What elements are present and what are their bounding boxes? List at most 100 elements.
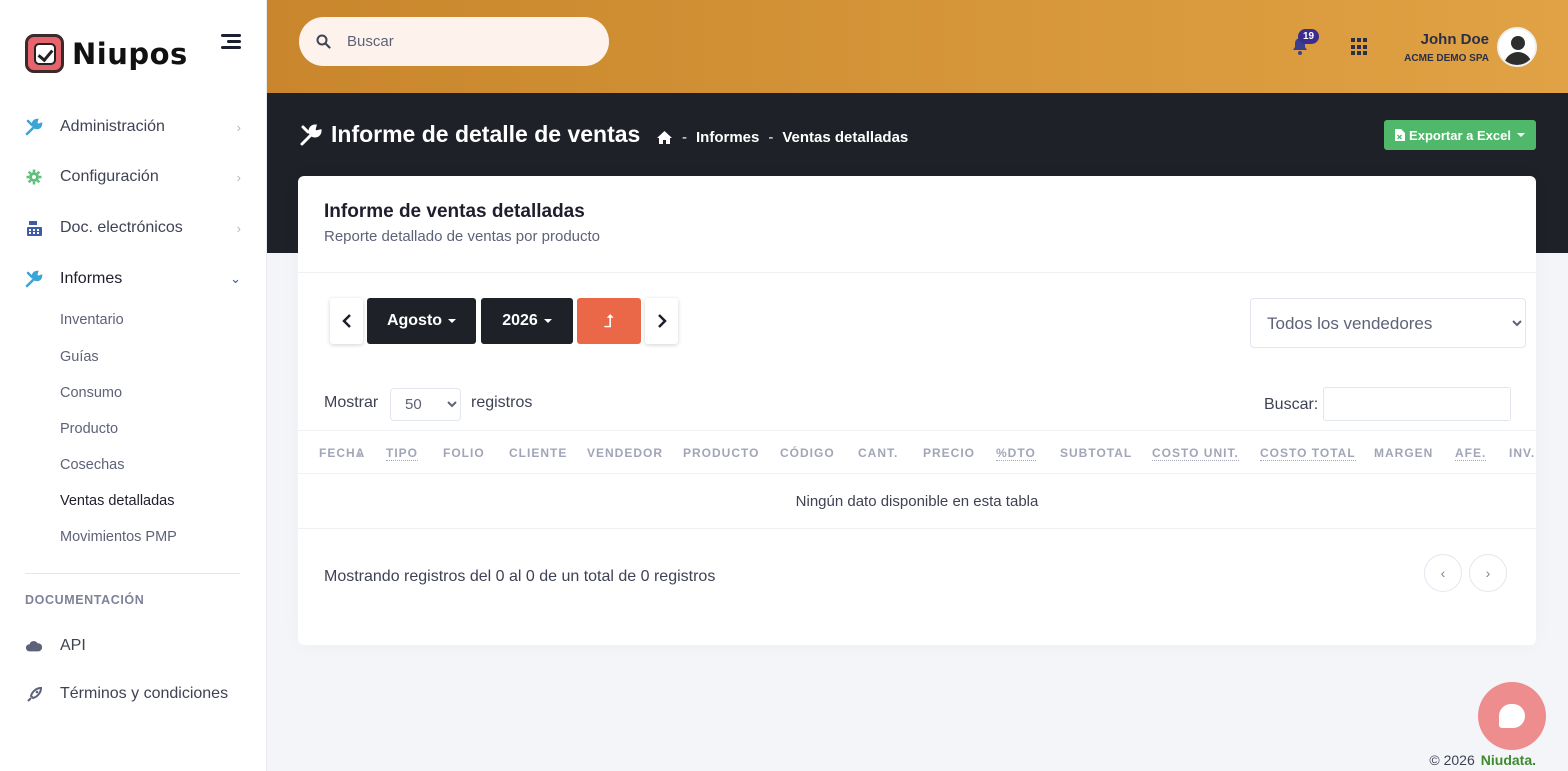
sidebar-divider — [25, 573, 240, 574]
apps-grid-icon[interactable] — [1351, 38, 1369, 56]
footer: © 2026 Niudata. — [1429, 752, 1536, 768]
column-header-vendedor[interactable]: VENDEDOR — [587, 446, 663, 460]
page-title: Informe de detalle de ventas — [299, 121, 640, 148]
breadcrumb-ventas-detalladas: Ventas detalladas — [782, 129, 909, 146]
level-up-icon: ⮥ — [603, 310, 615, 331]
next-page-button[interactable]: › — [1469, 554, 1507, 592]
logo[interactable]: Niupos — [25, 34, 188, 73]
export-excel-button[interactable]: Exportar a Excel — [1384, 120, 1536, 150]
sidebar-subitem-consumo[interactable]: Consumo — [60, 385, 122, 401]
sidebar-item-api[interactable]: API — [25, 631, 241, 661]
chevron-right-icon: › — [236, 220, 241, 236]
column-header-folio[interactable]: FOLIO — [443, 446, 485, 460]
chat-bubble-icon — [1499, 704, 1525, 728]
page-length-select[interactable]: 50 — [390, 388, 461, 421]
sidebar-item-label: Términos y condiciones — [60, 685, 229, 702]
chevron-left-icon — [341, 314, 351, 328]
card-subtitle: Reporte detallado de ventas por producto — [324, 228, 601, 245]
sidebar-item-administracion[interactable]: Administración › — [25, 112, 241, 142]
export-excel-label: Exportar a Excel — [1409, 127, 1511, 143]
sort-up-icon: ▲ — [354, 449, 364, 460]
cash-register-icon — [25, 219, 43, 237]
tools-icon — [25, 118, 43, 136]
chevron-right-icon — [657, 314, 667, 328]
year-dropdown[interactable]: 2026 — [481, 298, 573, 344]
chevron-left-icon: ‹ — [1440, 565, 1446, 581]
notification-badge: 19 — [1298, 29, 1320, 44]
sidebar-item-label: Configuración — [60, 168, 159, 185]
table-empty-row: Ningún dato disponible en esta tabla — [298, 474, 1536, 529]
sidebar-subitem-ventas-detalladas[interactable]: Ventas detalladas — [60, 493, 174, 509]
sidebar-item-doc-electronicos[interactable]: Doc. electrónicos › — [25, 213, 241, 243]
month-label: Agosto — [386, 312, 443, 329]
previous-page-button[interactable]: ‹ — [1424, 554, 1462, 592]
logo-text: Niupos — [72, 36, 188, 71]
breadcrumb-informes[interactable]: Informes — [696, 129, 759, 146]
caret-down-icon — [543, 319, 552, 323]
sidebar: Niupos Administración › Configuración › … — [0, 0, 267, 771]
user-name[interactable]: John Doe — [1421, 31, 1489, 48]
chat-launcher-button[interactable] — [1478, 682, 1546, 750]
table-search-input[interactable] — [1323, 387, 1511, 421]
column-header-precio[interactable]: PRECIO — [923, 446, 975, 460]
column-header-inv[interactable]: INV. — [1509, 446, 1535, 460]
table-info: Mostrando registros del 0 al 0 de un tot… — [324, 568, 716, 585]
sidebar-item-label: Informes — [60, 270, 123, 287]
column-header-cliente[interactable]: CLIENTE — [509, 446, 567, 460]
sidebar-item-terminos[interactable]: Términos y condiciones — [25, 679, 241, 709]
sidebar-item-label: API — [60, 637, 86, 654]
sidebar-subitem-movimientos-pmp[interactable]: Movimientos PMP — [60, 529, 177, 545]
footer-company-link[interactable]: Niudata. — [1481, 752, 1536, 768]
sidebar-item-label: Administración — [60, 118, 165, 135]
refresh-button[interactable]: ⮥ — [577, 298, 641, 344]
excel-file-icon — [1395, 129, 1406, 141]
records-label: registros — [471, 394, 533, 411]
sidebar-item-informes[interactable]: Informes ⌄ — [25, 264, 241, 294]
chevron-right-icon: › — [236, 119, 241, 135]
column-header-margen[interactable]: MARGEN — [1374, 446, 1433, 460]
sidebar-section-title: DOCUMENTACIÓN — [25, 593, 145, 607]
column-header-costo-unit[interactable]: COSTO UNIT. — [1152, 446, 1239, 461]
year-label: 2026 — [502, 312, 538, 329]
caret-down-icon — [1516, 133, 1525, 137]
sidebar-subitem-inventario[interactable]: Inventario — [60, 312, 124, 328]
avatar[interactable] — [1497, 27, 1537, 67]
column-header-subtotal[interactable]: SUBTOTAL — [1060, 446, 1132, 460]
gear-icon — [25, 168, 43, 186]
month-dropdown[interactable]: Agosto — [367, 298, 476, 344]
card-title: Informe de ventas detalladas — [324, 201, 585, 222]
cloud-icon — [25, 637, 43, 655]
empty-message: Ningún dato disponible en esta tabla — [795, 492, 1039, 510]
show-label: Mostrar — [324, 394, 379, 411]
tools-icon — [300, 123, 322, 145]
card-divider — [298, 272, 1536, 273]
menu-toggle-icon[interactable] — [221, 34, 241, 50]
sidebar-item-label: Doc. electrónicos — [60, 219, 183, 236]
sidebar-subitem-producto[interactable]: Producto — [60, 421, 118, 437]
footer-copyright: © 2026 — [1429, 752, 1475, 768]
column-header-afe[interactable]: AFE. — [1455, 446, 1487, 461]
global-search[interactable] — [299, 17, 609, 66]
column-header-cant[interactable]: CANT. — [858, 446, 898, 460]
caret-down-icon — [448, 319, 457, 323]
table-search-label: Buscar: — [1264, 396, 1319, 413]
logo-icon — [25, 34, 64, 73]
chevron-right-icon: › — [236, 169, 241, 185]
report-card: Informe de ventas detalladas Reporte det… — [298, 176, 1536, 645]
next-month-button[interactable] — [645, 298, 678, 344]
sidebar-subitem-guias[interactable]: Guías — [60, 349, 99, 365]
column-header-tipo[interactable]: TIPO — [386, 446, 419, 461]
sidebar-item-configuracion[interactable]: Configuración › — [25, 162, 241, 192]
prev-month-button[interactable] — [330, 298, 363, 344]
column-header-dto[interactable]: %DTO — [996, 446, 1036, 461]
column-header-producto[interactable]: PRODUCTO — [683, 446, 759, 460]
sidebar-subitem-cosechas[interactable]: Cosechas — [60, 457, 124, 473]
home-icon[interactable] — [656, 130, 673, 145]
rocket-icon — [25, 685, 43, 703]
chevron-right-icon: › — [1485, 565, 1491, 581]
search-input[interactable] — [347, 33, 577, 50]
column-header-codigo[interactable]: CÓDIGO — [780, 446, 835, 460]
user-company: ACME DEMO SPA — [1404, 53, 1489, 64]
seller-select[interactable]: Todos los vendedores — [1250, 298, 1526, 348]
column-header-costo-total[interactable]: COSTO TOTAL — [1260, 446, 1356, 461]
